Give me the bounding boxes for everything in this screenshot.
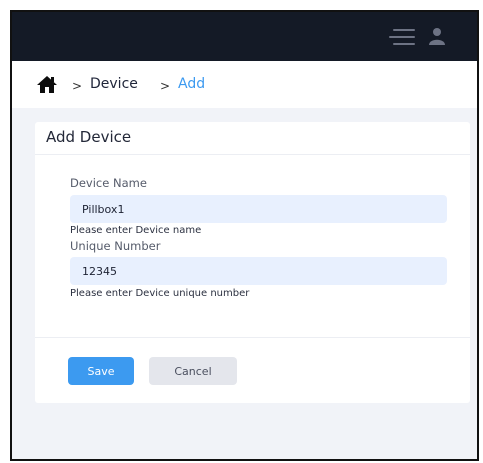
breadcrumb-device[interactable]: Device bbox=[90, 76, 138, 92]
card-divider bbox=[35, 154, 470, 155]
cancel-button[interactable]: Cancel bbox=[149, 357, 237, 385]
breadcrumb-current: Add bbox=[178, 76, 206, 92]
user-icon[interactable] bbox=[428, 27, 446, 45]
unique-number-help: Please enter Device unique number bbox=[70, 288, 250, 299]
breadcrumb-separator: > bbox=[160, 79, 171, 93]
breadcrumb: > Device > Add bbox=[12, 61, 477, 108]
home-icon[interactable] bbox=[36, 75, 58, 94]
unique-number-input[interactable] bbox=[70, 257, 447, 285]
app-frame: > Device > Add Add Device Device Name Pl… bbox=[10, 10, 479, 461]
device-name-help: Please enter Device name bbox=[70, 225, 202, 236]
unique-number-label: Unique Number bbox=[70, 239, 161, 253]
breadcrumb-separator: > bbox=[72, 79, 83, 93]
device-name-label: Device Name bbox=[70, 176, 147, 190]
top-navbar bbox=[12, 12, 477, 61]
device-name-input[interactable] bbox=[70, 195, 447, 223]
card-footer-divider bbox=[35, 337, 470, 338]
save-button[interactable]: Save bbox=[68, 357, 134, 385]
menu-icon[interactable] bbox=[389, 29, 415, 45]
card-title: Add Device bbox=[46, 128, 132, 146]
